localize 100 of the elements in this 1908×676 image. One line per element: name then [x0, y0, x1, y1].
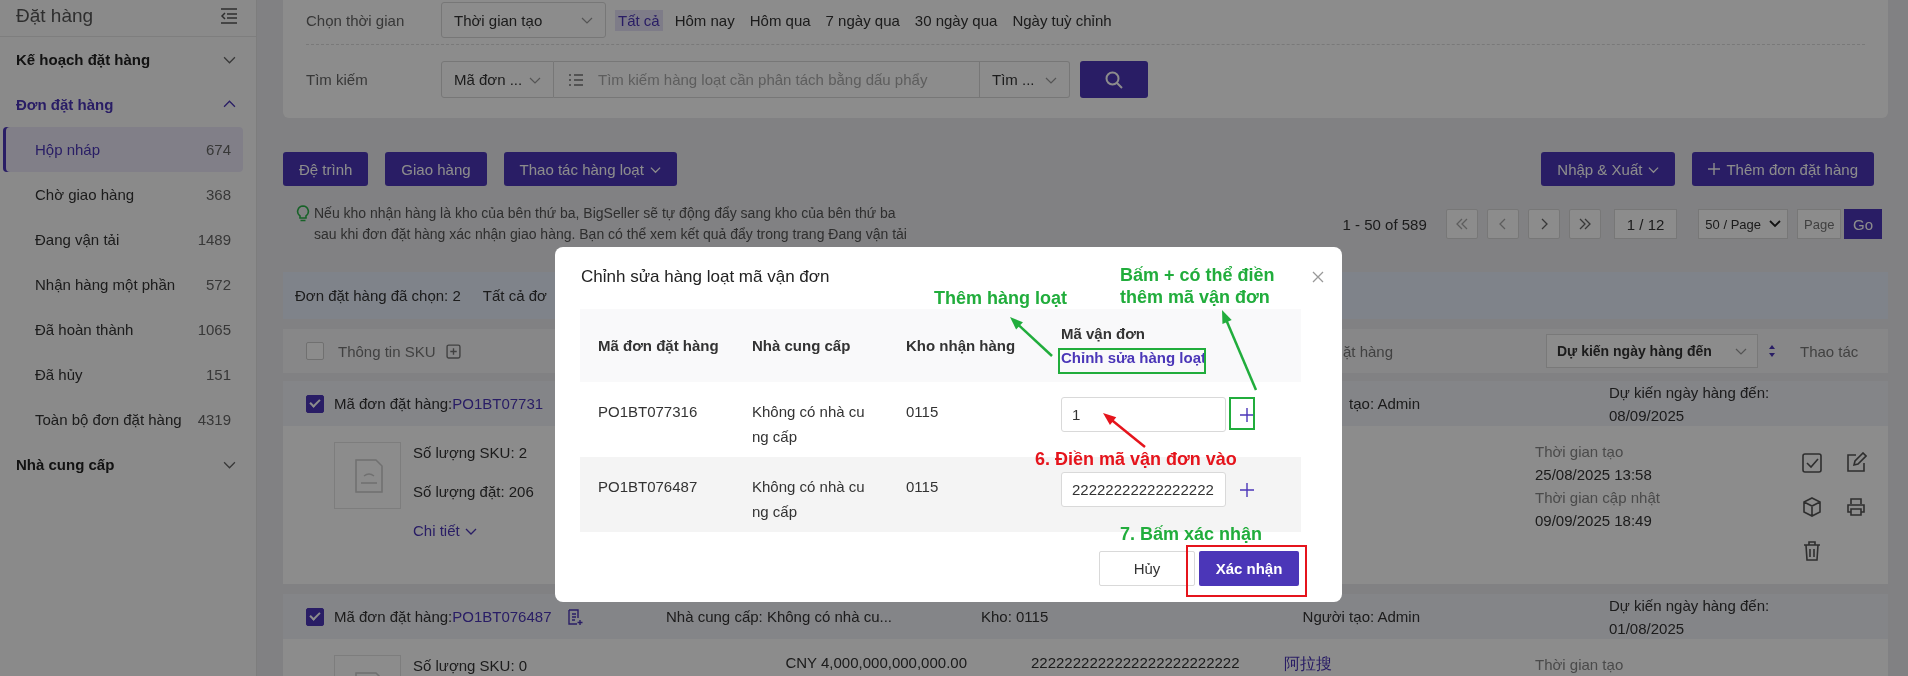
check-square-icon[interactable] — [1801, 452, 1823, 474]
column-header: Mã đơn đặt hàng — [598, 337, 719, 354]
annotation-text: 6. Điền mã vận đơn vào — [1035, 448, 1237, 470]
eta-date: 08/09/2025 — [1609, 405, 1686, 426]
column-header: Kho nhận hàng — [906, 337, 1016, 354]
tracking-input[interactable]: 22222222222222222 — [1061, 472, 1226, 507]
tracking-number: 2222222222222222222222222 — [1031, 654, 1240, 671]
time-select[interactable]: Thời gian tạo — [441, 2, 606, 38]
menu-item[interactable]: Chờ giao hàng 368 — [3, 172, 243, 217]
field-select[interactable]: Mã đơn ... — [441, 61, 554, 98]
sku-count: Số lượng SKU: 2 — [413, 443, 529, 463]
box-icon[interactable] — [1801, 496, 1823, 518]
menu-item[interactable]: Toàn bộ đơn đặt hàng 4319 — [3, 397, 243, 442]
sku-count: Số lượng SKU: 0 — [413, 656, 528, 676]
menu-group[interactable]: Nhà cung cấp — [0, 442, 256, 487]
menu-group[interactable]: Đơn đặt hàng — [0, 82, 256, 127]
plus-icon[interactable] — [1240, 407, 1254, 422]
annotation-text: 7. Bấm xác nhận — [1120, 523, 1263, 545]
toolbar-button[interactable]: Đệ trình — [283, 152, 369, 186]
order-number-link[interactable]: PO1BT076487 — [452, 608, 552, 625]
page-range: 1 - 50 of 589 — [1342, 215, 1427, 233]
caret-icon — [1769, 218, 1781, 230]
item-count: 674 — [205, 141, 231, 158]
collapse-menu-icon[interactable] — [220, 8, 238, 24]
checkbox[interactable] — [306, 607, 324, 626]
sidebar-title: Đặt hàng — [16, 5, 94, 27]
item-count: 4319 — [197, 411, 231, 428]
order-label: Mã đơn đặt hàng: — [334, 608, 453, 625]
column-header: Nhà cung cấp — [752, 337, 851, 354]
page-size-select[interactable]: 50 / Page — [1698, 209, 1788, 239]
cancel-button[interactable]: Hủy — [1099, 551, 1195, 586]
table-cell-text: 0115 — [906, 402, 940, 422]
select-all-link[interactable]: Tất cả đơ — [482, 287, 547, 304]
time-option[interactable]: Ngày tuỳ chỉnh — [1009, 9, 1115, 31]
creator-text: Người tạo: Admin — [1301, 608, 1420, 625]
toolbar-button[interactable]: Nhập & Xuất — [1541, 152, 1676, 186]
table-cell-text: Không có nhà cung cấp — [752, 477, 866, 522]
filter-label: Chọn thời gian — [306, 11, 406, 29]
table-cell-text: PO1BT076487 — [598, 477, 699, 497]
double-chevron-right-icon — [1577, 218, 1592, 230]
column-header: Thao tác — [1800, 342, 1859, 360]
menu-item[interactable]: Nhận hàng một phần 572 — [3, 262, 243, 307]
mode-select[interactable]: Tìm ... — [980, 61, 1070, 98]
annotation-text: Thêm hàng loạt — [934, 287, 1067, 309]
page-indicator: 1 / 12 — [1613, 209, 1678, 239]
sort-select[interactable]: Dự kiến ngày hàng đến — [1546, 334, 1758, 368]
checkbox[interactable] — [306, 394, 324, 413]
toolbar-button[interactable]: Giao hàng — [385, 152, 487, 186]
menu-item[interactable]: Hộp nháp 674 — [3, 127, 243, 172]
go-button[interactable]: Go — [1844, 209, 1882, 239]
filter-label: Tìm kiếm — [306, 71, 369, 88]
time-option[interactable]: 7 ngày qua — [822, 9, 903, 31]
tracking-input[interactable]: 1 — [1061, 397, 1226, 432]
tip-text: Nếu kho nhận hàng là kho của bên thứ ba, BigSeller sẽ tự động đẩy sang kho của bên thứ ba sau khi đơn đặt hàng xác nhận giao hàng. Bạn có thể xem kết quả đẩy trong trang Đang vận tải — [314, 204, 907, 244]
trash-icon[interactable] — [1801, 540, 1823, 562]
item-count: 151 — [205, 366, 231, 383]
menu-item[interactable]: Đã hoàn thành 1065 — [3, 307, 243, 352]
creator-tag[interactable]: 阿拉搜 — [1284, 655, 1332, 672]
close-icon[interactable] — [1312, 271, 1324, 283]
time-option[interactable]: Hôm qua — [746, 9, 814, 31]
sort-icon[interactable] — [1768, 344, 1776, 358]
supplier-text: Nhà cung cấp: Không có nhà cu... — [666, 608, 892, 625]
printer-icon[interactable] — [1845, 496, 1867, 518]
document-add-icon[interactable] — [565, 607, 584, 626]
plus-square-icon[interactable] — [445, 343, 461, 359]
details-link[interactable]: Chi tiết — [413, 520, 534, 542]
plus-icon[interactable] — [1240, 482, 1254, 497]
item-count: 368 — [205, 186, 231, 203]
toolbar-button[interactable]: Thao tác hàng loạt — [503, 152, 677, 186]
order-number-link[interactable]: PO1BT07731 — [452, 395, 544, 412]
updated-time: 09/09/2025 18:49 — [1535, 511, 1653, 531]
menu-group[interactable]: Kế hoạch đặt hàng — [0, 37, 256, 82]
menu-item[interactable]: Đã hủy 151 — [3, 352, 243, 397]
table-cell-text: Không có nhà cung cấp — [752, 402, 866, 447]
order-label: Mã đơn đặt hàng: — [334, 395, 453, 412]
edit-icon[interactable] — [1845, 452, 1867, 474]
time-option[interactable]: Tất cả — [615, 9, 663, 31]
item-count: 1065 — [197, 321, 231, 338]
updated-label: Thời gian cập nhật — [1535, 488, 1661, 508]
no-image-placeholder — [334, 442, 401, 509]
plus-icon — [1708, 163, 1721, 175]
created-label: Thời gian tạo — [1535, 655, 1625, 675]
item-count: 1489 — [197, 231, 231, 248]
page-input[interactable]: Page — [1797, 209, 1841, 239]
confirm-button[interactable]: Xác nhận — [1199, 551, 1299, 586]
menu-item[interactable]: Đang vận tải 1489 — [3, 217, 243, 262]
table-cell-text: PO1BT077316 — [598, 402, 699, 422]
time-option[interactable]: 30 ngày qua — [911, 9, 1001, 31]
column-header: Mã vận đơn — [1061, 323, 1146, 344]
search-button[interactable] — [1080, 61, 1148, 98]
eta-date: 01/08/2025 — [1609, 618, 1686, 639]
eta-label: Dự kiến ngày hàng đến: — [1609, 595, 1770, 616]
amount-text: CNY 4,000,000,000,000.00 — [785, 654, 967, 671]
order-quantity: Số lượng đặt: 206 — [413, 482, 534, 502]
item-count: 572 — [205, 276, 231, 293]
time-option[interactable]: Hôm nay — [671, 9, 738, 31]
creator-text: tạo: Admin — [1348, 395, 1420, 412]
double-chevron-left-icon — [1454, 218, 1469, 230]
warehouse-text: Kho: 0115 — [981, 608, 1049, 625]
toolbar-button[interactable]: Thêm đơn đặt hàng — [1692, 152, 1874, 186]
